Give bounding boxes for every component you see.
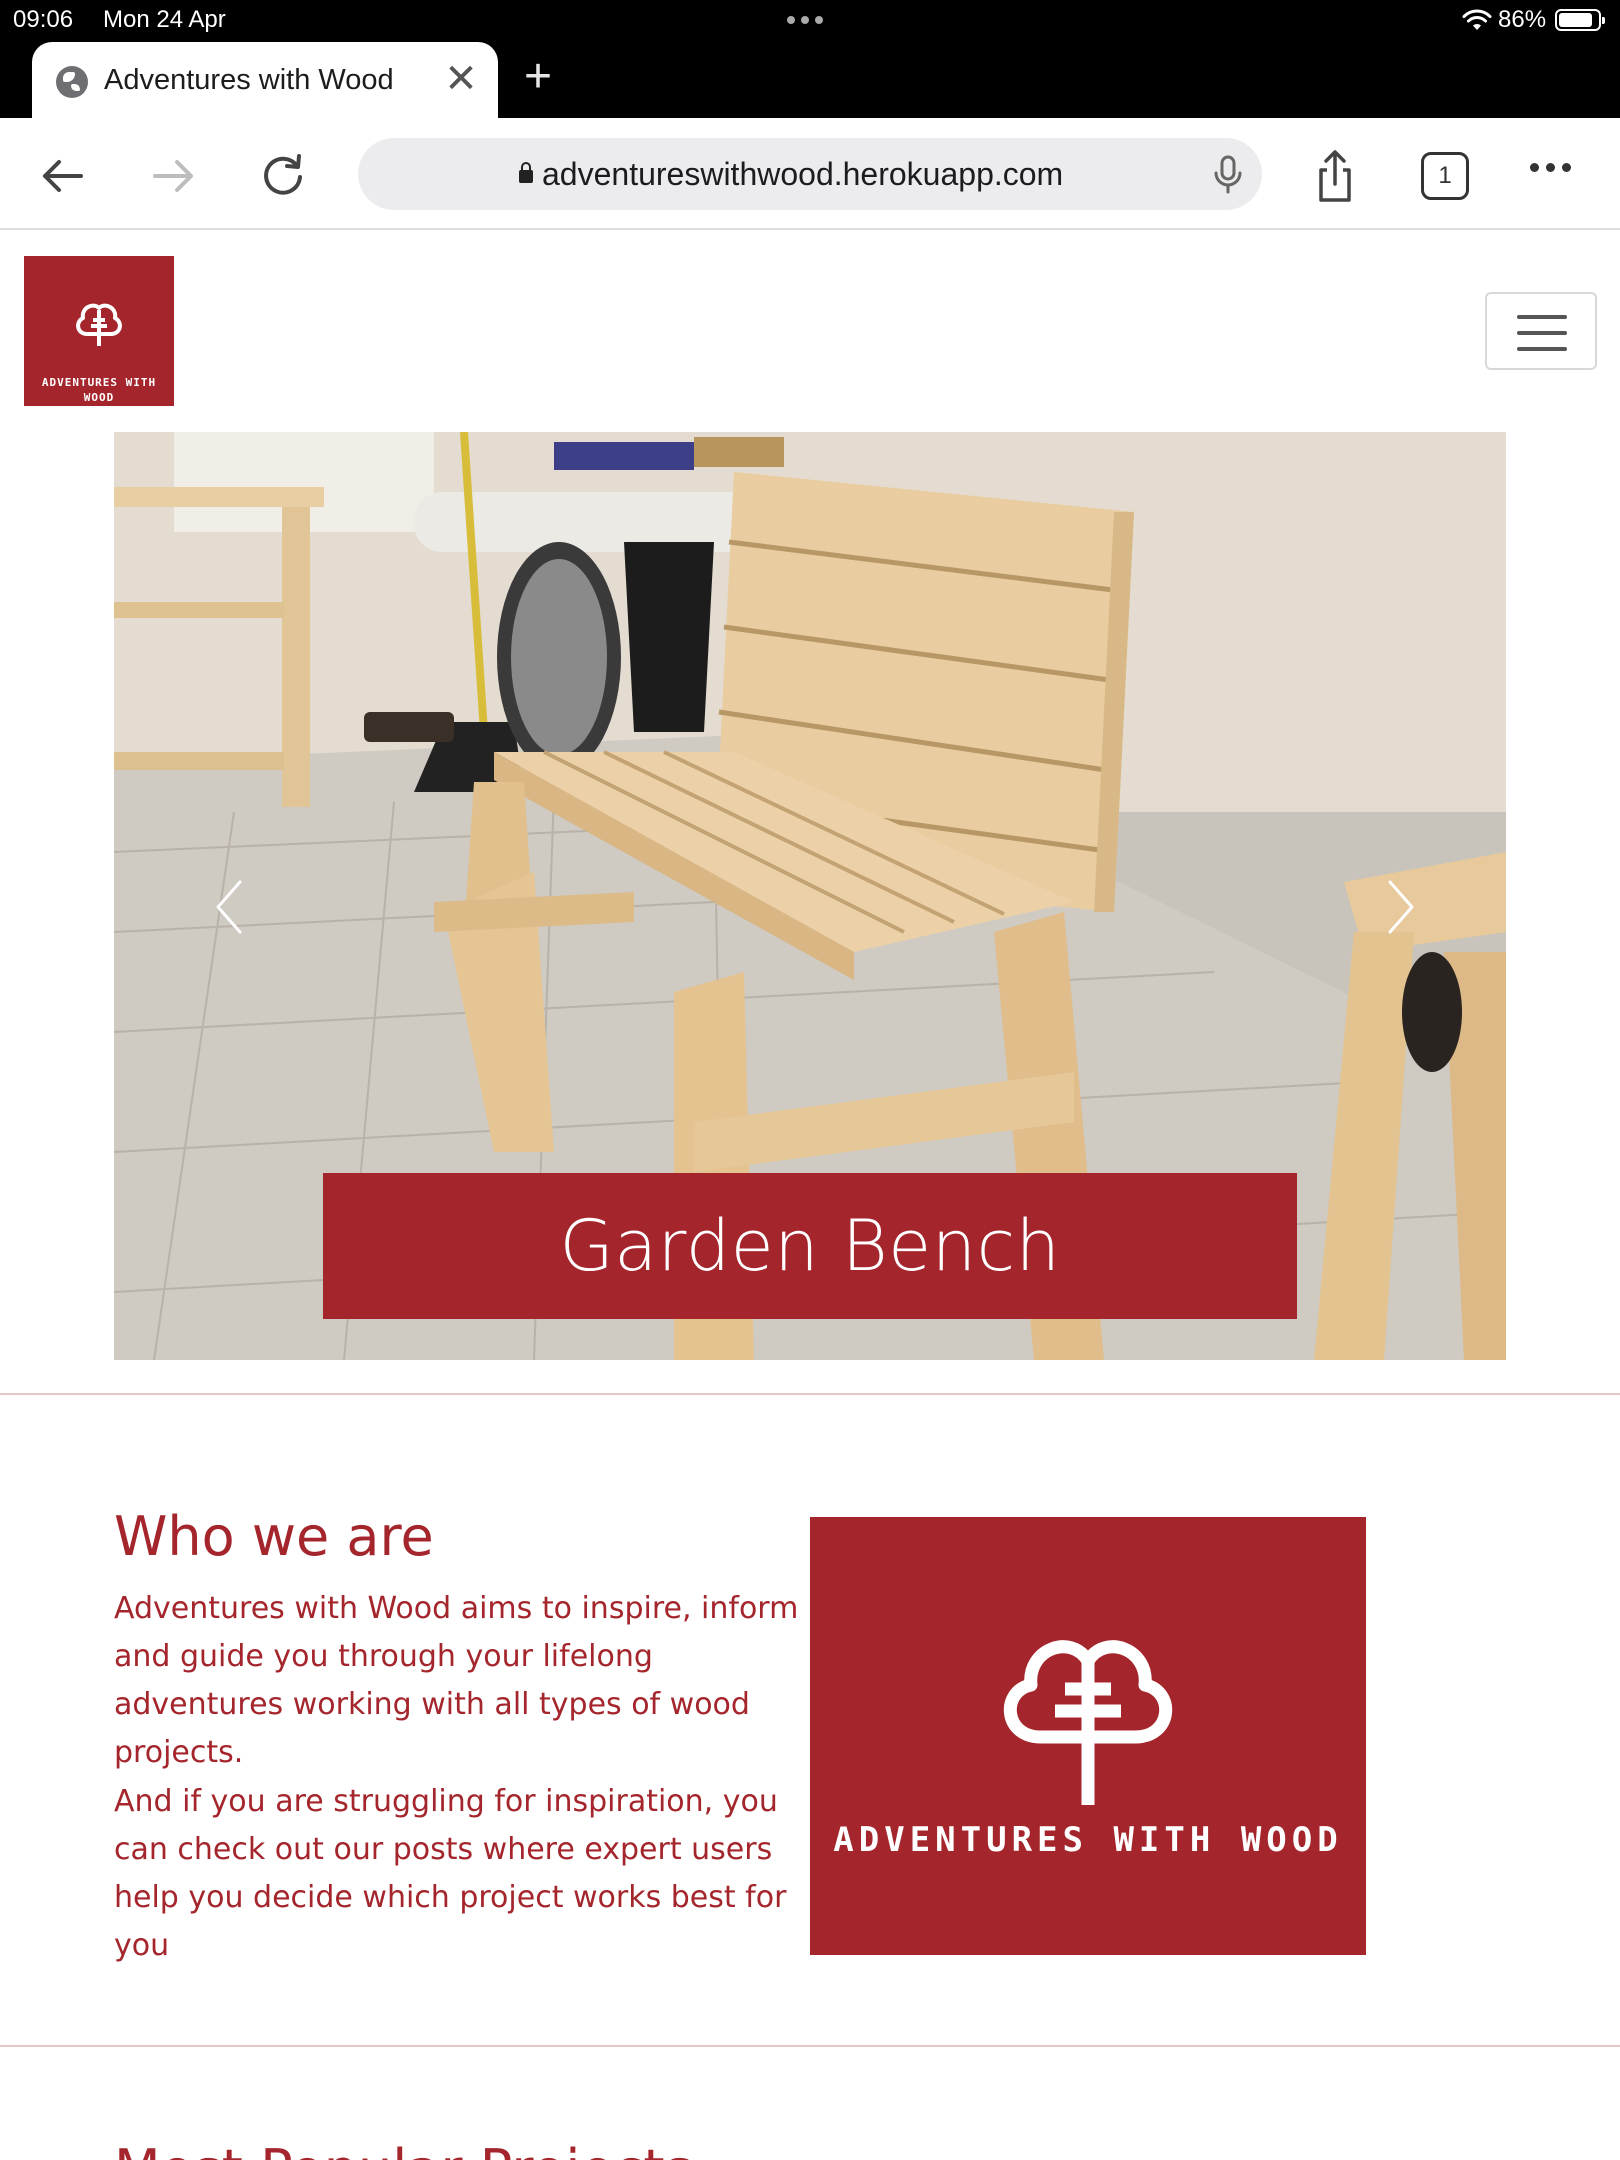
reload-button[interactable]: [253, 146, 313, 206]
tab-strip: Adventures with Wood ✕ +: [0, 40, 1620, 118]
about-title: Who we are: [114, 1505, 434, 1568]
browser-tab[interactable]: Adventures with Wood ✕: [32, 42, 498, 118]
url-text: adventureswithwood.herokuapp.com: [542, 156, 1064, 192]
status-bar: 09:06 Mon 24 Apr 86%: [0, 0, 1620, 40]
new-tab-button[interactable]: +: [516, 53, 560, 101]
battery-percent: 86%: [1498, 6, 1547, 33]
lock-icon: [519, 162, 533, 183]
tab-title: Adventures with Wood: [104, 64, 394, 96]
tab-close-icon[interactable]: ✕: [442, 59, 480, 99]
microphone-icon[interactable]: [1210, 154, 1246, 194]
project-carousel[interactable]: Garden Bench: [114, 432, 1506, 1360]
menu-toggle-button[interactable]: [1485, 292, 1597, 370]
about-section: Who we are Adventures with Wood aims to …: [0, 1395, 1620, 2045]
site-header: ADVENTURES WITH WOOD: [0, 232, 1620, 432]
tree-logo-icon: [76, 303, 122, 346]
chevron-right-icon: [1388, 880, 1414, 934]
more-options-icon[interactable]: [1530, 163, 1571, 172]
logo-text: ADVENTURES WITH WOOD: [41, 376, 157, 404]
arrow-right-icon: [153, 160, 193, 192]
site-logo[interactable]: ADVENTURES WITH WOOD: [24, 256, 174, 406]
battery-icon: [1555, 9, 1605, 31]
address-bar[interactable]: adventureswithwood.herokuapp.com: [358, 138, 1262, 210]
about-paragraph-1: Adventures with Wood aims to inspire, in…: [114, 1591, 799, 1770]
globe-icon: [56, 66, 88, 98]
about-logo: ADVENTURES WITH WOOD: [810, 1517, 1366, 1955]
about-paragraph-2: And if you are struggling for inspiratio…: [114, 1784, 787, 1963]
popular-projects-title: Most Popular Projects: [114, 2138, 693, 2160]
about-logo-text: ADVENTURES WITH WOOD: [833, 1820, 1343, 1860]
carousel-prev-button[interactable]: [204, 872, 254, 942]
forward-button[interactable]: [143, 146, 203, 206]
page: 09:06 Mon 24 Apr 86% Adventures with Woo…: [0, 0, 1620, 2160]
tab-count-button[interactable]: 1: [1421, 152, 1469, 200]
status-date: Mon 24 Apr: [103, 6, 226, 33]
status-time: 09:06: [13, 6, 74, 33]
carousel-caption: Garden Bench: [323, 1173, 1297, 1319]
carousel-caption-text: Garden Bench: [559, 1205, 1061, 1287]
section-divider: [0, 2045, 1620, 2047]
tree-logo-icon: [1003, 1640, 1173, 1805]
reload-icon: [264, 154, 302, 195]
carousel-next-button[interactable]: [1376, 872, 1426, 942]
browser-toolbar: adventureswithwood.herokuapp.com 1: [0, 118, 1620, 230]
wifi-icon: [1462, 9, 1492, 30]
hamburger-icon: [1517, 315, 1567, 319]
chevron-left-icon: [216, 880, 242, 934]
back-button[interactable]: [33, 146, 93, 206]
arrow-left-icon: [43, 160, 83, 192]
multitasking-dots-icon[interactable]: [787, 16, 823, 24]
share-icon[interactable]: [1305, 146, 1365, 206]
